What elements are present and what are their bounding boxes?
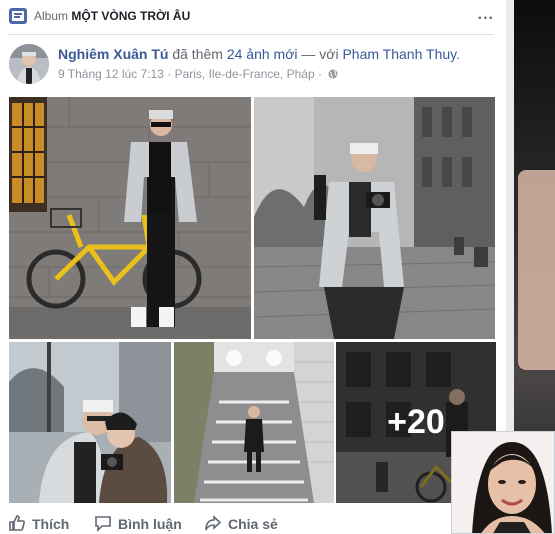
side-photo: [518, 170, 555, 370]
photo-image: [254, 97, 495, 339]
chat-head-avatar[interactable]: [451, 431, 555, 534]
comment-button[interactable]: Bình luận: [94, 514, 182, 532]
like-button[interactable]: Thích: [8, 514, 69, 532]
album-icon: [9, 8, 27, 24]
avatar-image: [9, 44, 49, 84]
end-punct: .: [456, 46, 460, 62]
with-text: — với: [301, 46, 339, 62]
photos-link[interactable]: 24 ảnh mới: [227, 46, 298, 62]
more-options-icon[interactable]: ...: [478, 6, 494, 24]
comment-icon: [95, 516, 111, 532]
post-photo[interactable]: [254, 97, 495, 339]
share-label: Chia sẻ: [228, 516, 278, 532]
album-name[interactable]: MỘT VÒNG TRỜI ÂU: [71, 9, 190, 23]
meta-separator: ·: [167, 67, 172, 81]
post-photo[interactable]: [174, 342, 334, 503]
photo-image: [9, 342, 171, 503]
author-name-link[interactable]: Nghiêm Xuân Tú: [58, 46, 168, 62]
album-label: Album: [34, 9, 69, 23]
photo-image: [174, 342, 334, 503]
action-text: đã thêm: [172, 46, 223, 62]
thumbs-up-icon: [9, 515, 25, 531]
post-headline: Nghiêm Xuân Tú đã thêm 24 ảnh mới — với …: [58, 46, 460, 62]
chat-avatar-image: [452, 432, 554, 533]
public-globe-icon[interactable]: [328, 69, 338, 79]
meta-separator: ·: [317, 67, 322, 81]
header-divider: [8, 34, 494, 35]
author-avatar[interactable]: [9, 44, 49, 84]
timestamp-link[interactable]: 9 Tháng 12 lúc 7:13: [58, 67, 164, 81]
photo-image: [9, 97, 251, 339]
location-link[interactable]: Paris, Ile-de-France, Pháp: [175, 67, 315, 81]
post-card: Album MỘT VÒNG TRỜI ÂU ... Nghiêm Xuân T…: [0, 0, 506, 534]
post-actions-bar: Thích Bình luận Chia sẻ: [0, 508, 506, 534]
comment-label: Bình luận: [118, 516, 182, 532]
post-photo[interactable]: [9, 97, 251, 339]
tagged-friend-link[interactable]: Pham Thanh Thuy: [342, 46, 456, 62]
more-photos-count: +20: [387, 403, 445, 441]
share-button[interactable]: Chia sẻ: [204, 514, 278, 532]
album-header: Album MỘT VÒNG TRỜI ÂU ...: [8, 6, 498, 28]
post-meta: 9 Tháng 12 lúc 7:13 · Paris, Ile-de-Fran…: [58, 67, 338, 81]
share-icon: [205, 515, 222, 531]
post-photo[interactable]: [9, 342, 171, 503]
album-title[interactable]: Album MỘT VÒNG TRỜI ÂU: [34, 9, 190, 23]
like-label: Thích: [32, 516, 70, 532]
